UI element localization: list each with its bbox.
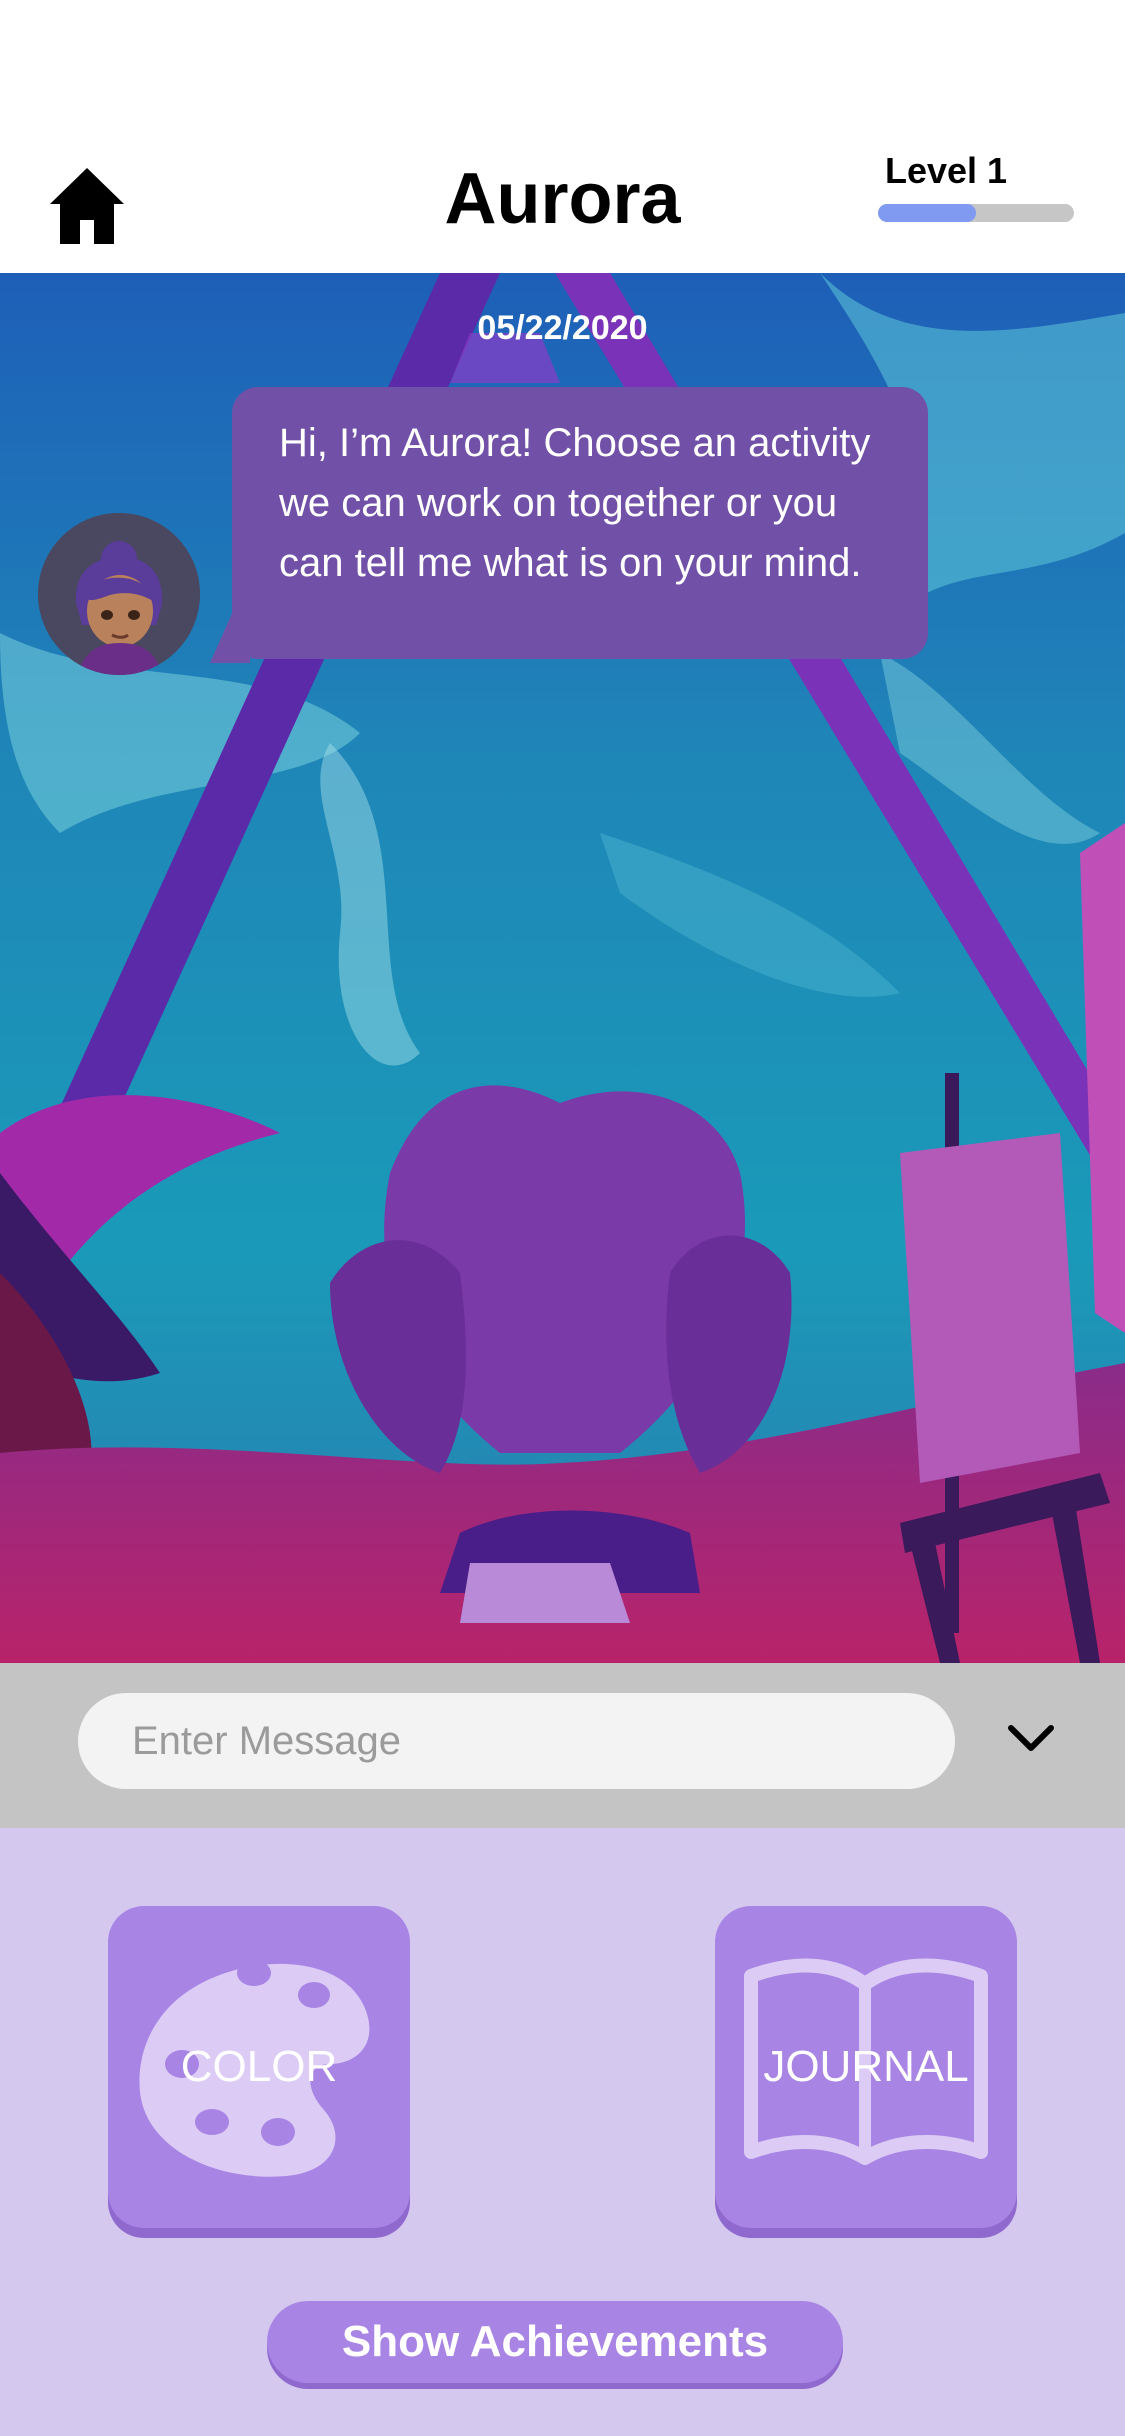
bot-message-bubble: Hi, I’m Aurora! Choose an activity we ca… [232,387,928,659]
aurora-avatar [38,513,200,675]
color-activity-label: COLOR [180,2042,338,2091]
bot-avatar [38,513,200,675]
chat-date: 05/22/2020 [477,309,648,347]
show-achievements-button[interactable]: Show Achievements [267,2301,843,2383]
level-progress-bar [878,204,1074,222]
collapse-toggle-button[interactable] [1005,1718,1057,1758]
message-bar [0,1663,1125,1828]
message-input[interactable] [78,1693,955,1789]
color-activity-button[interactable]: COLOR [108,1906,410,2228]
journal-activity-label: JOURNAL [763,2042,969,2091]
level-progress-fill [878,204,976,222]
level-label: Level 1 [885,150,1008,191]
app-header: Aurora Level 1 [0,0,1125,273]
journal-activity-button[interactable]: JOURNAL [715,1906,1017,2228]
chevron-down-icon [1008,1725,1054,1751]
bot-message-text: Hi, I’m Aurora! Choose an activity we ca… [279,421,871,585]
chat-area: 05/22/2020 Hi, I’m Aurora! Choose an act… [0,273,1125,1663]
activity-panel: COLOR JOURNAL Show Achievements [0,1828,1125,2436]
